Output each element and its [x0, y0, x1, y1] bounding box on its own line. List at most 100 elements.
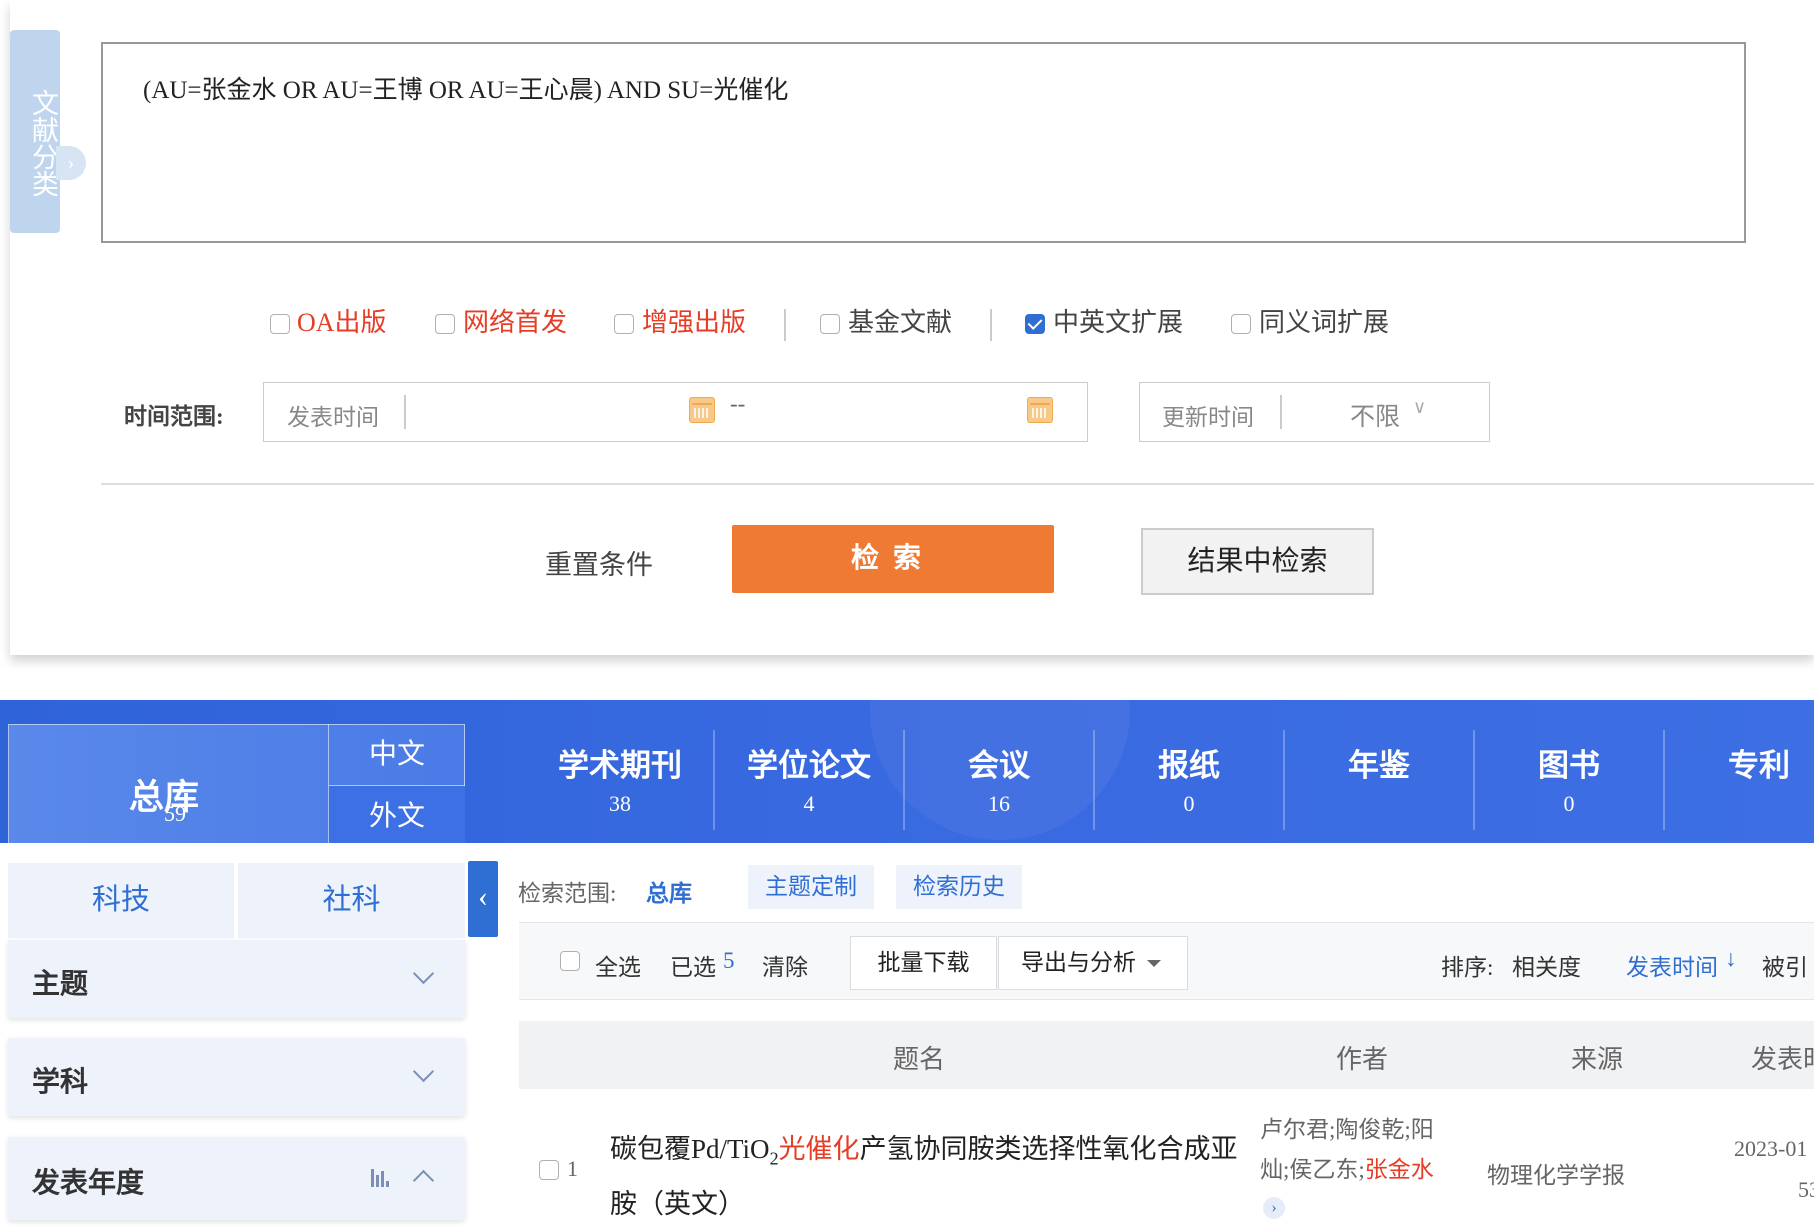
sort-pub-date[interactable]: 发表时间: [1626, 948, 1718, 982]
chevron-down-icon: ∨: [1413, 397, 1427, 417]
query-text: (AU=张金水 OR AU=王博 OR AU=王心晨) AND SU=光催化: [143, 77, 789, 104]
divider: [101, 483, 1814, 485]
title-text: 碳包覆Pd/TiO: [610, 1134, 770, 1164]
option-divider: [990, 309, 992, 341]
scope-value[interactable]: 总库: [646, 874, 692, 908]
nav-patents-label: 专利: [1728, 748, 1790, 783]
topic-custom-button[interactable]: 主题定制: [748, 865, 874, 909]
scope-label: 检索范围:: [518, 881, 617, 906]
fund-checkbox[interactable]: [820, 314, 840, 334]
nav-theses-label: 学位论文: [747, 748, 871, 783]
row-checkbox[interactable]: [539, 1160, 559, 1180]
facet-topic[interactable]: 主题: [8, 940, 465, 1018]
collapse-sidebar-icon[interactable]: ‹: [468, 861, 498, 937]
chevron-up-icon[interactable]: [412, 1169, 435, 1192]
clear-button[interactable]: 清除: [762, 948, 808, 982]
update-time-value: 不限: [1350, 404, 1401, 431]
export-analyze-label: 导出与分析: [1021, 950, 1136, 975]
synonym-expand-checkbox[interactable]: [1231, 314, 1251, 334]
nav-books[interactable]: 图书 0: [1474, 740, 1664, 817]
nav-conference-label: 会议: [968, 748, 1030, 783]
export-analyze-button[interactable]: 导出与分析: [998, 936, 1188, 990]
bar-chart-icon[interactable]: [371, 1165, 393, 1187]
nav-theses-count: 4: [803, 791, 815, 816]
field-divider: [1280, 395, 1282, 429]
col-title[interactable]: 题名: [893, 1039, 945, 1076]
sort-cited[interactable]: 被引: [1762, 948, 1808, 982]
title-highlight: 光催化: [778, 1134, 860, 1164]
tab-social-science[interactable]: 社科: [238, 863, 465, 938]
calendar-icon[interactable]: [689, 397, 715, 423]
facet-year[interactable]: 发表年度: [8, 1137, 465, 1220]
sort-relevance[interactable]: 相关度: [1512, 948, 1581, 982]
nav-patents[interactable]: 专利: [1664, 740, 1814, 817]
search-history-button[interactable]: 检索历史: [896, 865, 1022, 909]
facet-subject[interactable]: 学科: [8, 1038, 465, 1116]
chevron-down-icon[interactable]: [412, 1060, 435, 1083]
facet-topic-label: 主题: [32, 969, 89, 1000]
field-divider: [404, 395, 406, 429]
publish-date-range[interactable]: 发表时间 --: [263, 382, 1088, 442]
expand-authors-icon[interactable]: ›: [1263, 1197, 1285, 1219]
query-textarea[interactable]: (AU=张金水 OR AU=王博 OR AU=王心晨) AND SU=光催化: [101, 42, 1746, 243]
calendar-icon[interactable]: [1027, 397, 1053, 423]
batch-download-button[interactable]: 批量下载: [850, 936, 997, 990]
option-divider: [784, 309, 786, 341]
tab-science-tech[interactable]: 科技: [8, 863, 234, 938]
reset-button[interactable]: 重置条件: [545, 543, 653, 582]
update-time-label: 更新时间: [1162, 405, 1254, 430]
result-authors[interactable]: 卢尔君;陶俊乾;阳灿;侯乙东;张金水: [1260, 1110, 1460, 1190]
literature-category-label: 文献分类: [28, 89, 58, 197]
nav-patents-count: [1664, 791, 1814, 817]
sort-desc-icon: ↓: [1725, 946, 1737, 971]
result-source[interactable]: 物理化学学报: [1487, 1156, 1625, 1190]
nav-books-label: 图书: [1538, 748, 1600, 783]
update-time-select[interactable]: 更新时间 不限 ∨: [1139, 382, 1490, 442]
row-number: 1: [567, 1156, 578, 1181]
col-source[interactable]: 来源: [1571, 1039, 1623, 1076]
author-highlight[interactable]: 张金水: [1365, 1157, 1434, 1182]
nav-newspaper-count: 0: [1183, 791, 1195, 816]
oa-label[interactable]: OA出版: [297, 308, 387, 338]
nav-yearbook[interactable]: 年鉴: [1284, 740, 1474, 817]
enhanced-checkbox[interactable]: [614, 314, 634, 334]
publish-time-label: 发表时间: [287, 405, 379, 430]
cn-en-expand-label[interactable]: 中英文扩展: [1053, 308, 1183, 338]
nav-journals-count: 38: [609, 791, 631, 816]
foreign-tab[interactable]: 外文: [328, 786, 465, 843]
synonym-expand-label[interactable]: 同义词扩展: [1259, 308, 1389, 338]
nav-yearbook-count: [1284, 791, 1474, 817]
selected-label: 已选: [670, 955, 716, 980]
facet-subject-label: 学科: [32, 1067, 89, 1098]
search-button[interactable]: 检索: [732, 525, 1054, 593]
col-date[interactable]: 发表时: [1751, 1039, 1814, 1076]
online-first-checkbox[interactable]: [435, 314, 455, 334]
literature-category-tab[interactable]: 文献分类 ›: [10, 30, 86, 233]
fund-label[interactable]: 基金文献: [848, 308, 952, 338]
nav-conference[interactable]: 会议 16: [904, 740, 1094, 817]
online-first-label[interactable]: 网络首发: [463, 308, 567, 338]
col-author[interactable]: 作者: [1336, 1039, 1388, 1076]
chinese-tab[interactable]: 中文: [328, 724, 465, 786]
nav-newspaper[interactable]: 报纸 0: [1094, 740, 1284, 817]
selected-count[interactable]: 5: [723, 948, 735, 974]
cn-en-expand-checkbox[interactable]: [1025, 314, 1045, 334]
title-subscript: 2: [769, 1148, 779, 1169]
total-count: 59: [164, 801, 186, 826]
nav-theses[interactable]: 学位论文 4: [714, 740, 904, 817]
oa-checkbox[interactable]: [270, 314, 290, 334]
caret-down-icon: [1147, 960, 1161, 967]
chevron-down-icon[interactable]: [412, 962, 435, 985]
select-all-checkbox[interactable]: [560, 951, 580, 971]
select-all-label[interactable]: 全选: [595, 948, 641, 982]
nav-books-count: 0: [1563, 791, 1575, 816]
database-nav: 总库 59 中文 外文 学术期刊 38 学位论文 4 会议 16 报纸 0 年鉴…: [0, 700, 1814, 843]
sort-label: 排序:: [1441, 955, 1494, 980]
range-separator: --: [730, 391, 746, 416]
result-date: 2023-01: [1734, 1136, 1808, 1161]
enhanced-label[interactable]: 增强出版: [642, 308, 746, 338]
search-in-results-button[interactable]: 结果中检索: [1141, 528, 1374, 595]
nav-journals[interactable]: 学术期刊 38: [525, 740, 715, 817]
result-time: 53: [1798, 1177, 1814, 1202]
result-title-link[interactable]: 碳包覆Pd/TiO2光催化产氢协同胺类选择性氧化合成亚胺（英文）: [610, 1126, 1240, 1227]
